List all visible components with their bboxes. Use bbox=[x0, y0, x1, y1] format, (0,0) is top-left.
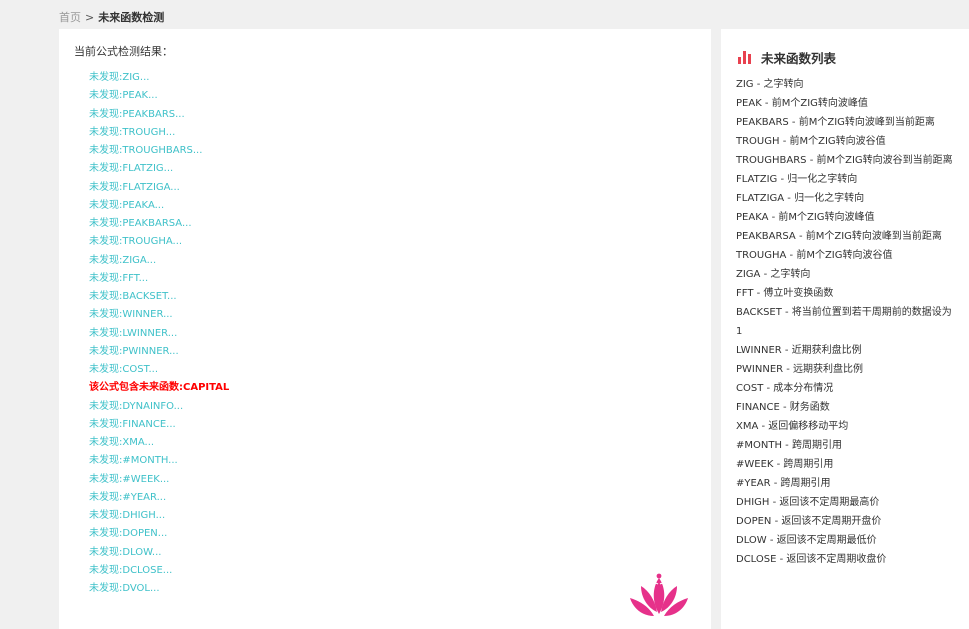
future-function-sidebar: 未来函数列表 ZIG - 之字转向 PEAK - 前M个ZIG转向波峰值 PEAKB… bbox=[721, 29, 969, 629]
result-item: 未发现:PEAKBARSA... bbox=[89, 218, 192, 229]
function-list-item[interactable]: DLOW - 返回该不定周期最低价 bbox=[736, 531, 958, 550]
function-list-item[interactable]: #WEEK - 跨周期引用 bbox=[736, 455, 958, 474]
result-item: 未发现:BACKSET... bbox=[89, 291, 177, 302]
result-item: 未发现:LWINNER... bbox=[89, 327, 178, 339]
breadcrumb-current: 未来函数检测 bbox=[98, 11, 165, 24]
function-list-item[interactable]: PEAKBARS - 前M个ZIG转向波峰到当前距离 bbox=[736, 113, 958, 132]
detection-result-panel: 当前公式检测结果： 未发现:ZIG... 未发现:PEAK... 未发现:PEAKB… bbox=[59, 29, 711, 629]
result-item: 未发现:#YEAR... bbox=[89, 491, 167, 503]
function-list-item[interactable]: FINANCE - 财务函数 bbox=[736, 398, 958, 417]
sidebar-title-text: 未来函数列表 bbox=[761, 50, 837, 66]
result-item: 未发现:COST... bbox=[89, 364, 159, 375]
function-list-item[interactable]: FLATZIGA - 归一化之字转向 bbox=[736, 189, 958, 208]
function-list-item[interactable]: COST - 成本分布情况 bbox=[736, 379, 958, 398]
function-list-item[interactable]: #MONTH - 跨周期引用 bbox=[736, 436, 958, 455]
result-item: 未发现:#WEEK... bbox=[89, 473, 170, 485]
function-list-item[interactable]: LWINNER - 近期获利盘比例 bbox=[736, 341, 958, 360]
function-list-item[interactable]: DCLOSE - 返回该不定周期收盘价 bbox=[736, 550, 958, 569]
result-item: 未发现:PEAK... bbox=[89, 90, 158, 102]
result-item-found: 该公式包含未来函数:CAPITAL bbox=[89, 382, 230, 394]
result-item: 未发现:PEAKA... bbox=[89, 199, 165, 211]
bar-chart-icon bbox=[738, 50, 752, 64]
lotus-logo-icon bbox=[630, 573, 688, 616]
result-item: 未发现:XMA... bbox=[89, 437, 155, 448]
result-item: 未发现:FLATZIGA... bbox=[89, 181, 180, 193]
result-item: 未发现:FINANCE... bbox=[89, 418, 176, 430]
result-item: 未发现:WINNER... bbox=[89, 309, 173, 321]
result-item: 未发现:ZIGA... bbox=[89, 254, 157, 266]
result-list: 未发现:ZIG... 未发现:PEAK... 未发现:PEAKBARS... 未发现:… bbox=[89, 69, 229, 598]
function-list-item[interactable]: PEAK - 前M个ZIG转向波峰值 bbox=[736, 94, 958, 113]
function-list-item[interactable]: TROUGHA - 前M个ZIG转向波谷值 bbox=[736, 246, 958, 265]
function-list-item[interactable]: PWINNER - 远期获利盘比例 bbox=[736, 360, 958, 379]
result-item: 未发现:#MONTH... bbox=[89, 455, 178, 467]
result-item: 未发现:DOPEN... bbox=[89, 528, 168, 540]
function-list-item[interactable]: PEAKA - 前M个ZIG转向波峰值 bbox=[736, 208, 958, 227]
function-list-item[interactable]: FLATZIG - 归一化之字转向 bbox=[736, 170, 958, 189]
function-list-item[interactable]: PEAKBARSA - 前M个ZIG转向波峰到当前距离 bbox=[736, 227, 958, 246]
function-list-item[interactable]: ZIGA - 之字转向 bbox=[736, 265, 958, 284]
result-item: 未发现:DCLOSE... bbox=[89, 564, 173, 576]
function-list-item[interactable]: DHIGH - 返回该不定周期最高价 bbox=[736, 493, 958, 512]
function-list-item[interactable]: ZIG - 之字转向 bbox=[736, 75, 958, 94]
function-list-item[interactable]: XMA - 返回偏移移动平均 bbox=[736, 417, 958, 436]
result-item: 未发现:FFT... bbox=[89, 272, 149, 284]
result-item: 未发现:DHIGH... bbox=[89, 510, 166, 521]
result-item: 未发现:FLATZIG... bbox=[89, 163, 174, 175]
function-list-item[interactable]: FFT - 傅立叶变换函数 bbox=[736, 284, 958, 303]
breadcrumb-home-link[interactable]: 首页 bbox=[59, 11, 81, 24]
function-list-item[interactable]: TROUGHBARS - 前M个ZIG转向波谷到当前距离 bbox=[736, 151, 958, 170]
result-item: 未发现:TROUGHBARS... bbox=[89, 145, 203, 156]
function-list-item[interactable]: DOPEN - 返回该不定周期开盘价 bbox=[736, 512, 958, 531]
result-item: 未发现:DVOL... bbox=[89, 583, 160, 594]
result-item: 未发现:TROUGHA... bbox=[89, 236, 183, 248]
future-function-list: ZIG - 之字转向 PEAK - 前M个ZIG转向波峰值 PEAKBARS - 前… bbox=[736, 75, 958, 569]
function-list-item[interactable]: BACKSET - 将当前位置到若干周期前的数据设为1 bbox=[736, 303, 958, 341]
breadcrumb-separator: > bbox=[85, 11, 95, 24]
result-heading: 当前公式检测结果： bbox=[74, 45, 173, 58]
function-list-item[interactable]: #YEAR - 跨周期引用 bbox=[736, 474, 958, 493]
function-list-item[interactable]: TROUGH - 前M个ZIG转向波谷值 bbox=[736, 132, 958, 151]
result-item: 未发现:TROUGH... bbox=[89, 126, 176, 138]
result-item: 未发现:PWINNER... bbox=[89, 345, 179, 357]
result-item: 未发现:ZIG... bbox=[89, 72, 150, 83]
result-item: 未发现:DYNAINFO... bbox=[89, 400, 184, 412]
result-item: 未发现:DLOW... bbox=[89, 546, 162, 558]
sidebar-title: 未来函数列表 bbox=[738, 47, 836, 67]
breadcrumb: 首页 > 未来函数检测 bbox=[59, 9, 164, 25]
result-item: 未发现:PEAKBARS... bbox=[89, 108, 185, 120]
